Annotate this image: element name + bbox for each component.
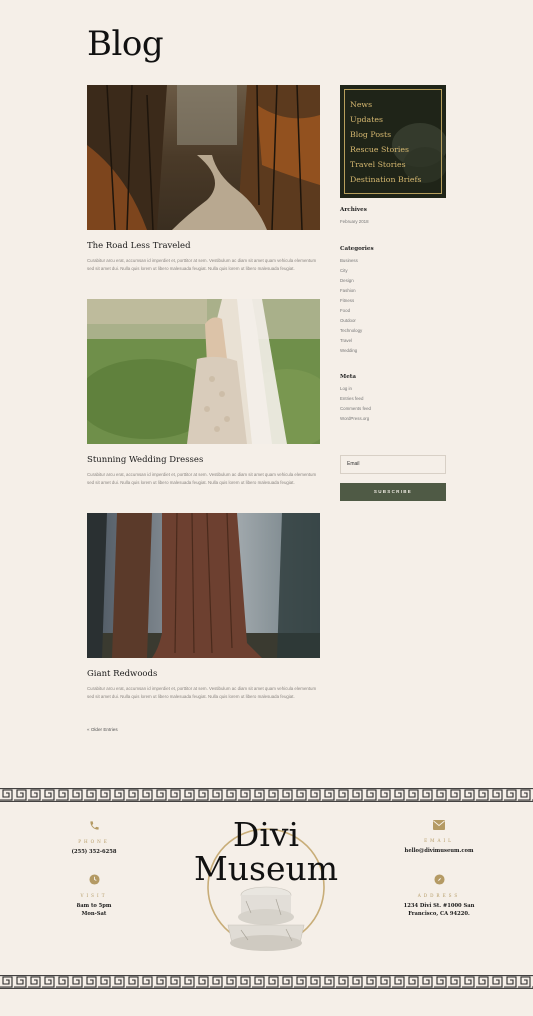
archives-heading: Archives: [340, 207, 367, 213]
post-excerpt: Curabitur arcu erat, accumsan id imperdi…: [87, 686, 317, 699]
logo-text-line2[interactable]: Museum: [186, 852, 346, 886]
post-image-wedding-dress[interactable]: [87, 299, 320, 444]
envelope-icon: [433, 820, 445, 830]
visit-label: VISIT: [80, 893, 108, 898]
post-excerpt: Curabitur arcu erat, accumsan id imperdi…: [87, 472, 317, 485]
category-link[interactable]: Outdoor: [340, 316, 450, 326]
clock-icon: [88, 874, 100, 885]
subscribe-button[interactable]: SUBSCRIBE: [340, 483, 446, 501]
phone-label: PHONE: [78, 839, 110, 844]
address-line2: Francisco, CA 94220.: [408, 911, 470, 917]
category-link[interactable]: City: [340, 266, 450, 276]
sidebar-item-destination-briefs[interactable]: Destination Briefs: [350, 172, 421, 187]
meta-heading: Meta: [340, 374, 356, 380]
category-link[interactable]: Fashion: [340, 286, 450, 296]
post-title[interactable]: Giant Redwoods: [87, 669, 320, 679]
meta-widget: Meta Log in Entries feed Comments feed W…: [340, 374, 450, 424]
category-link[interactable]: Travel: [340, 336, 450, 346]
sidebar-item-blog-posts[interactable]: Blog Posts: [350, 127, 421, 142]
sidebar-item-news[interactable]: News: [350, 97, 421, 112]
email-value[interactable]: hello@divimuseum.com: [389, 847, 489, 855]
email-label: EMAIL: [424, 838, 454, 843]
phone-icon: [89, 821, 99, 830]
category-link[interactable]: Food: [340, 306, 450, 316]
blog-post: Stunning Wedding Dresses Curabitur arcu …: [87, 299, 320, 486]
post-title[interactable]: The Road Less Traveled: [87, 241, 320, 251]
footer-email: EMAIL hello@divimuseum.com: [389, 820, 489, 855]
meta-link-login[interactable]: Log in: [340, 384, 450, 394]
footer-visit: VISIT 8am to 5pm Mon-Sat: [44, 874, 144, 918]
categories-widget: Categories Business City Design Fashion …: [340, 246, 450, 356]
category-link[interactable]: Business: [340, 256, 450, 266]
sidebar-item-travel-stories[interactable]: Travel Stories: [350, 157, 421, 172]
visit-days: Mon-Sat: [81, 911, 107, 917]
meta-link-wordpress[interactable]: WordPress.org: [340, 414, 450, 424]
logo-text-line1[interactable]: Divi: [186, 818, 346, 852]
meta-link-entries-feed[interactable]: Entries feed: [340, 394, 450, 404]
archives-widget: Archives February 2018: [340, 207, 450, 227]
category-link[interactable]: Fitness: [340, 296, 450, 306]
greek-key-border-top: [0, 788, 533, 802]
sidebar-menu-box: News Updates Blog Posts Rescue Stories T…: [340, 85, 446, 198]
sidebar-menu-list: News Updates Blog Posts Rescue Stories T…: [350, 97, 421, 187]
category-link[interactable]: Technology: [340, 326, 450, 336]
categories-heading: Categories: [340, 246, 374, 252]
footer-phone: PHONE (255) 352-6258: [44, 820, 144, 856]
compass-icon: [433, 874, 445, 885]
category-link[interactable]: Design: [340, 276, 450, 286]
address-line1: 1234 Divi St. #1000 San: [403, 903, 475, 909]
address-label: ADDRESS: [417, 893, 461, 898]
phone-value[interactable]: (255) 352-6258: [44, 848, 144, 856]
sidebar-item-rescue-stories[interactable]: Rescue Stories: [350, 142, 421, 157]
post-title[interactable]: Stunning Wedding Dresses: [87, 455, 320, 465]
meta-link-comments-feed[interactable]: Comments feed: [340, 404, 450, 414]
post-excerpt: Curabitur arcu erat, accumsan id imperdi…: [87, 258, 317, 271]
footer-address: ADDRESS 1234 Divi St. #1000 San Francisc…: [389, 874, 489, 918]
page-title: Blog: [87, 24, 164, 64]
greek-key-border-bottom: [0, 975, 533, 989]
email-input[interactable]: Email: [340, 455, 446, 474]
post-image-redwoods[interactable]: [87, 513, 320, 658]
sidebar-item-updates[interactable]: Updates: [350, 112, 421, 127]
blog-post: The Road Less Traveled Curabitur arcu er…: [87, 85, 320, 272]
category-link[interactable]: Wedding: [340, 346, 450, 356]
post-image-forest-road[interactable]: [87, 85, 320, 230]
blog-post: Giant Redwoods Curabitur arcu erat, accu…: [87, 513, 320, 700]
visit-hours: 8am to 5pm: [76, 903, 112, 909]
older-entries-link[interactable]: « Older Entries: [87, 727, 118, 732]
archive-link[interactable]: February 2018: [340, 217, 450, 227]
